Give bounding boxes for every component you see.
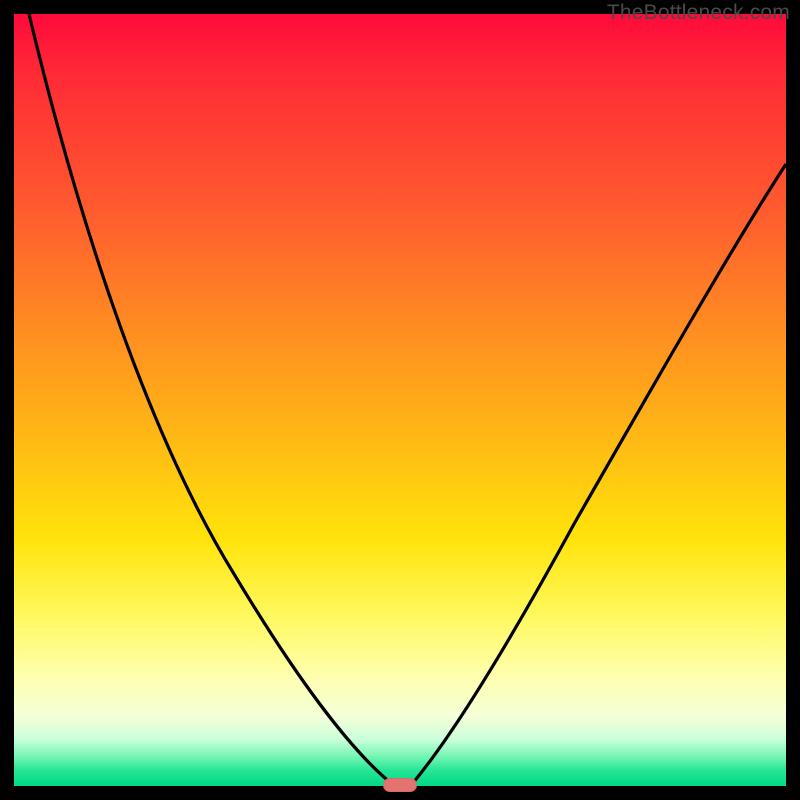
plot-area [14, 14, 786, 786]
watermark-label: TheBottleneck.com [607, 1, 790, 25]
bottleneck-curve [14, 14, 786, 786]
chart-frame: TheBottleneck.com [0, 0, 800, 800]
optimal-marker [383, 778, 417, 792]
